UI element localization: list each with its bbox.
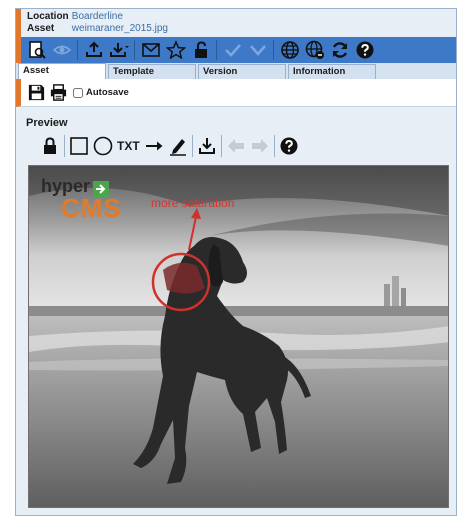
- rectangle-icon: [70, 137, 88, 155]
- print-button[interactable]: [47, 82, 69, 104]
- publish-globe-button[interactable]: [277, 39, 302, 61]
- asset-label: Asset: [27, 23, 55, 34]
- main-toolbar: [16, 37, 456, 63]
- mail-icon: [141, 43, 160, 57]
- image-preview-canvas[interactable]: hyper CMS more saturation: [28, 165, 449, 508]
- text-tool-button[interactable]: TXT: [117, 135, 140, 157]
- toolbar-separator: [273, 40, 274, 60]
- toolbar-separator: [191, 135, 193, 157]
- redo-button[interactable]: [250, 135, 270, 157]
- refresh-icon: [332, 42, 347, 58]
- help-button[interactable]: [352, 39, 377, 61]
- tab-information[interactable]: Information: [288, 64, 376, 79]
- globe-remove-icon: [305, 40, 324, 59]
- location-label: Location: [27, 11, 69, 22]
- hypercms-logo: hyper CMS: [41, 176, 122, 224]
- asset-row: Asset weimaraner_2015.jpg: [27, 23, 456, 35]
- edit-help-button[interactable]: [279, 135, 299, 157]
- tab-template[interactable]: Template: [108, 64, 196, 79]
- print-icon: [50, 84, 66, 101]
- unlock-icon: [194, 41, 207, 58]
- view-document-icon: [28, 41, 46, 59]
- star-icon: [165, 40, 186, 60]
- arrow-tool-button[interactable]: [144, 135, 164, 157]
- help-icon: [356, 41, 373, 59]
- globe-icon: [280, 41, 299, 59]
- preview-title: Preview: [26, 117, 68, 129]
- annotation-text[interactable]: more saturation: [151, 196, 234, 210]
- arrow-right-icon: [145, 141, 163, 151]
- asset-subbar: Autosave: [16, 79, 456, 107]
- circle-icon: [93, 136, 113, 156]
- location-link[interactable]: Boarderline: [72, 11, 123, 22]
- download-menu-button[interactable]: [106, 39, 131, 61]
- lock-ratio-button[interactable]: [40, 135, 60, 157]
- download-icon: [198, 138, 215, 154]
- logo-arrow-icon: [93, 181, 110, 198]
- preview-eye-button[interactable]: [49, 39, 74, 61]
- unpublish-globe-button[interactable]: [302, 39, 327, 61]
- location-row: Location Boarderline: [27, 11, 456, 23]
- autosave-checkbox[interactable]: [73, 87, 83, 98]
- lock-icon: [44, 137, 56, 154]
- save-button[interactable]: [25, 82, 47, 104]
- upload-button[interactable]: [81, 39, 106, 61]
- autosave-toggle[interactable]: Autosave: [73, 87, 129, 98]
- asset-filename: weimaraner_2015.jpg: [71, 23, 168, 34]
- pen-icon: [169, 139, 186, 156]
- checkmark-down-icon: [249, 45, 266, 56]
- save-icon: [28, 84, 44, 101]
- undo-button[interactable]: [226, 135, 246, 157]
- toolbar-separator: [134, 40, 135, 60]
- tab-asset[interactable]: Asset: [18, 63, 106, 79]
- toolbar-separator: [273, 135, 275, 157]
- publish-button[interactable]: [220, 39, 245, 61]
- help-icon: [280, 137, 298, 155]
- tab-version[interactable]: Version: [198, 64, 286, 79]
- tab-bar: Asset Template Version Information: [16, 63, 456, 79]
- arrow-right-bold-icon: [251, 139, 268, 153]
- eye-icon: [52, 45, 71, 55]
- checkmark-icon: [224, 44, 241, 57]
- autosave-label: Autosave: [86, 87, 129, 98]
- download-dropdown-icon: [109, 43, 129, 57]
- unlock-button[interactable]: [188, 39, 213, 61]
- send-mail-button[interactable]: [138, 39, 163, 61]
- toolbar-separator: [216, 40, 217, 60]
- upload-icon: [85, 41, 102, 57]
- logo-text-cms: CMS: [61, 193, 122, 224]
- preview-panel: Preview TXT hyper CMS more saturation: [16, 107, 456, 508]
- toolbar-separator: [220, 135, 222, 157]
- circle-tool-button[interactable]: [93, 135, 113, 157]
- arrow-left-icon: [227, 139, 244, 153]
- refresh-button[interactable]: [327, 39, 352, 61]
- location-panel: Location Boarderline Asset weimaraner_20…: [16, 9, 456, 37]
- toolbar-separator: [77, 40, 78, 60]
- favorite-button[interactable]: [163, 39, 188, 61]
- asset-editor-window: Location Boarderline Asset weimaraner_20…: [15, 8, 457, 516]
- rectangle-tool-button[interactable]: [69, 135, 89, 157]
- unpublish-button[interactable]: [245, 39, 270, 61]
- pen-tool-button[interactable]: [168, 135, 188, 157]
- view-document-button[interactable]: [24, 39, 49, 61]
- toolbar-separator: [64, 135, 65, 157]
- image-edit-toolbar: TXT: [40, 133, 456, 159]
- download-image-button[interactable]: [197, 135, 217, 157]
